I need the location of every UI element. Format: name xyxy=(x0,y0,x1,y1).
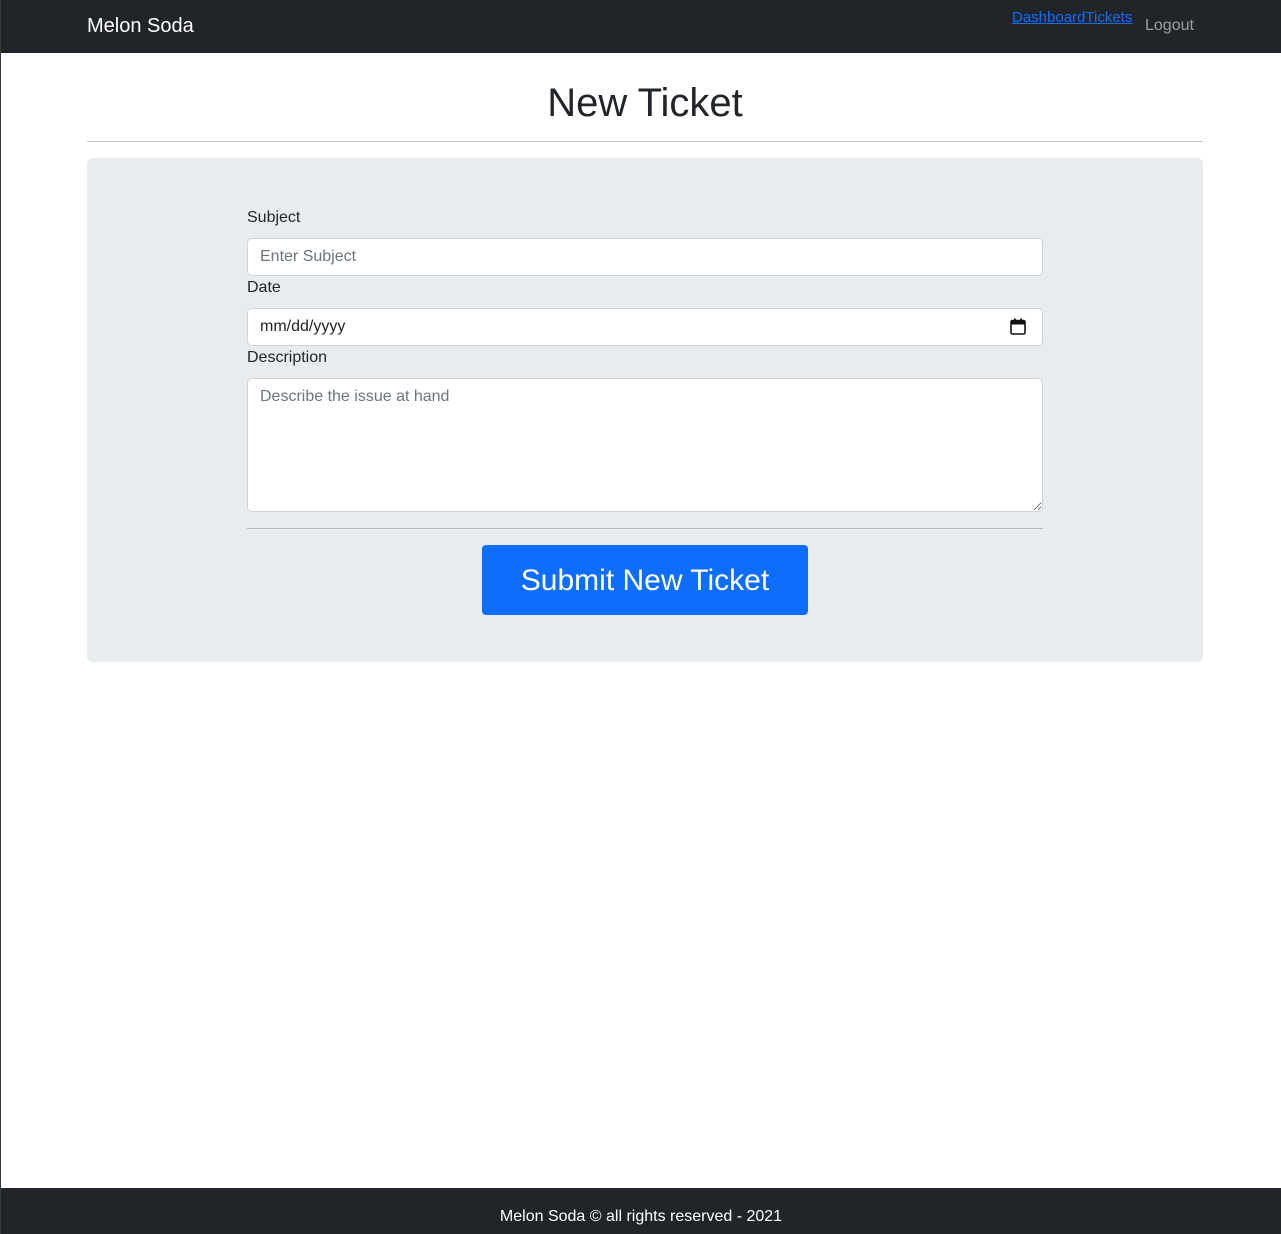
submit-ticket-button[interactable]: Submit New Ticket xyxy=(482,545,808,615)
calendar-icon[interactable] xyxy=(1010,318,1026,335)
logout-link[interactable]: Logout xyxy=(1145,15,1194,37)
description-textarea[interactable] xyxy=(247,378,1043,512)
date-label: Date xyxy=(247,279,281,296)
subject-label: Subject xyxy=(247,209,301,226)
footer-text: Melon Soda © all rights reserved - 2021 xyxy=(499,1208,783,1225)
form-divider xyxy=(247,528,1043,529)
nav-links: DashboardTickets xyxy=(1012,8,1132,28)
date-placeholder: mm/dd/yyyy xyxy=(260,318,346,335)
top-navbar: Melon Soda DashboardTickets Logout xyxy=(1,0,1281,53)
brand-link[interactable]: Melon Soda xyxy=(87,13,194,39)
subject-input[interactable] xyxy=(247,238,1043,276)
footer: Melon Soda © all rights reserved - 2021 xyxy=(1,1188,1281,1234)
nav-link-dashboard[interactable]: Dashboard xyxy=(1012,9,1085,26)
title-divider xyxy=(87,141,1203,142)
nav-link-tickets[interactable]: Tickets xyxy=(1085,9,1132,26)
page-title: New Ticket xyxy=(547,81,743,125)
date-input[interactable]: mm/dd/yyyy xyxy=(247,308,1043,346)
description-label: Description xyxy=(247,349,328,366)
